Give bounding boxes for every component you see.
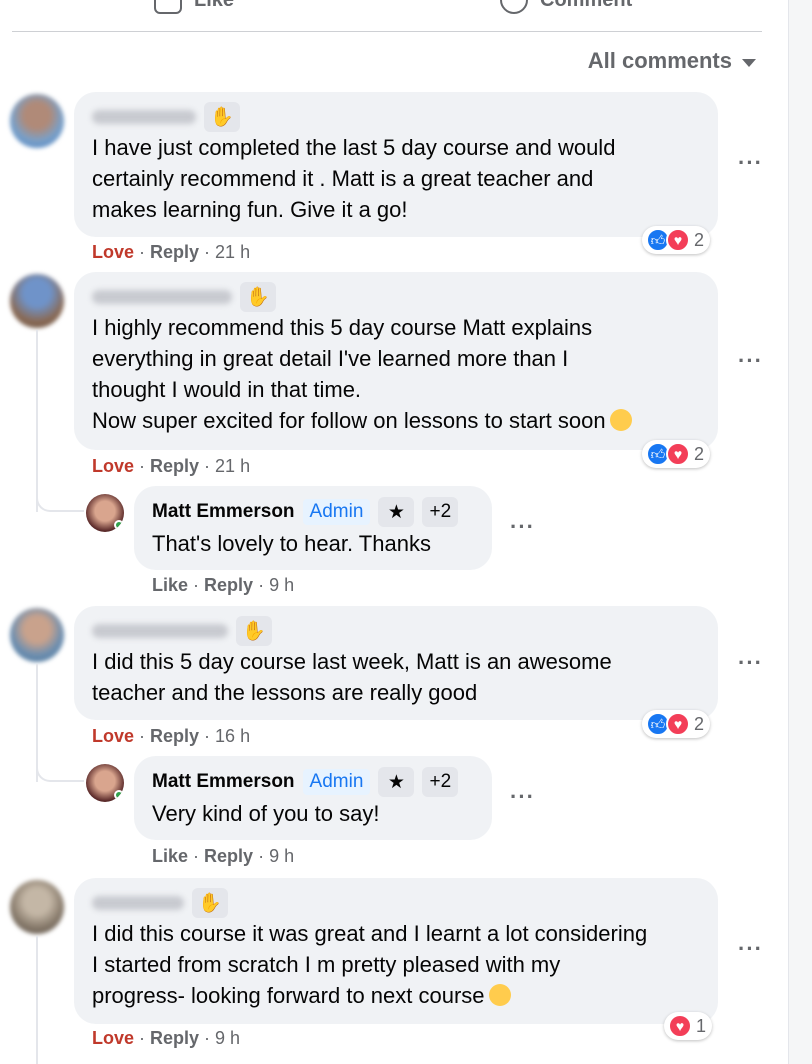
reaction-summary[interactable]: ♥ 1 bbox=[664, 1012, 713, 1040]
comment-bubble-icon bbox=[500, 0, 528, 14]
online-status-indicator bbox=[114, 520, 124, 530]
top-fan-star-icon: ★ bbox=[378, 767, 415, 797]
love-button[interactable]: Love bbox=[92, 242, 134, 262]
wave-hand-icon: ✋ bbox=[236, 616, 272, 646]
reply-bubble: Matt Emmerson Admin ★ +2 Very kind of yo… bbox=[134, 756, 492, 840]
author-name-redacted[interactable] bbox=[92, 624, 228, 638]
thread-connector bbox=[36, 480, 84, 512]
avatar[interactable] bbox=[10, 94, 64, 148]
scrollbar[interactable] bbox=[788, 0, 812, 1064]
reply-author-name[interactable]: Matt Emmerson bbox=[152, 771, 295, 793]
reply-actions: Like · Reply · 9 h bbox=[152, 846, 295, 866]
admin-avatar[interactable] bbox=[86, 494, 124, 532]
avatar[interactable] bbox=[10, 608, 64, 662]
love-button[interactable]: Love bbox=[92, 726, 134, 746]
like-button[interactable]: Like bbox=[152, 846, 188, 866]
reply-button[interactable]: Reply bbox=[150, 456, 199, 476]
reaction-count: 2 bbox=[694, 713, 705, 734]
love-reaction-icon: ♥ bbox=[666, 442, 690, 466]
comment-actions: Love · Reply · 16 h bbox=[92, 726, 251, 746]
like-post-button[interactable]: Like bbox=[154, 0, 234, 14]
wave-hand-icon: ✋ bbox=[240, 282, 276, 312]
author-name-redacted[interactable] bbox=[92, 290, 232, 304]
admin-avatar[interactable] bbox=[86, 764, 124, 802]
reaction-count: 2 bbox=[694, 443, 705, 464]
caret-down-icon bbox=[742, 59, 756, 67]
reaction-count: 1 bbox=[696, 1015, 707, 1036]
like-button[interactable]: Like bbox=[152, 575, 188, 595]
reaction-count: 2 bbox=[694, 229, 705, 250]
avatar[interactable] bbox=[10, 274, 64, 328]
timestamp[interactable]: 9 h bbox=[269, 575, 294, 595]
more-options-icon[interactable]: ··· bbox=[738, 936, 763, 962]
timestamp[interactable]: 9 h bbox=[215, 1028, 240, 1048]
comment-text: I highly recommend this 5 day course Mat… bbox=[92, 315, 606, 433]
more-options-icon[interactable]: ··· bbox=[738, 348, 763, 374]
thread-connector bbox=[36, 750, 84, 782]
timestamp[interactable]: 21 h bbox=[215, 242, 250, 262]
online-status-indicator bbox=[114, 790, 124, 800]
admin-badge: Admin bbox=[302, 499, 371, 525]
thread-line bbox=[36, 936, 38, 1064]
timestamp[interactable]: 16 h bbox=[215, 726, 250, 746]
grin-emoji-icon bbox=[488, 984, 511, 1007]
sort-label: All comments bbox=[587, 48, 732, 73]
reply-actions: Like · Reply · 9 h bbox=[152, 575, 295, 595]
avatar[interactable] bbox=[10, 880, 64, 934]
comment-text: I did this course it was great and I lea… bbox=[92, 921, 648, 1008]
comment-post-button[interactable]: Comment bbox=[500, 0, 632, 14]
love-reaction-icon: ♥ bbox=[666, 712, 690, 736]
reply-author-name[interactable]: Matt Emmerson bbox=[152, 501, 295, 523]
comment-text: I have just completed the last 5 day cou… bbox=[92, 135, 616, 222]
reaction-summary[interactable]: 👍︎ ♥ 2 bbox=[642, 710, 711, 738]
admin-badge: Admin bbox=[302, 769, 371, 795]
comment-bubble: ✋ I did this course it was great and I l… bbox=[74, 878, 718, 1024]
extra-badges-count[interactable]: +2 bbox=[422, 767, 459, 797]
love-button[interactable]: Love bbox=[92, 1028, 134, 1048]
smile-emoji-icon bbox=[609, 409, 632, 432]
reply-button[interactable]: Reply bbox=[150, 242, 199, 262]
comment-sort-dropdown[interactable]: All comments bbox=[588, 48, 756, 74]
more-options-icon[interactable]: ··· bbox=[738, 650, 763, 676]
more-options-icon[interactable]: ··· bbox=[510, 514, 535, 540]
comment-actions: Love · Reply · 21 h bbox=[92, 242, 251, 262]
reply-bubble: Matt Emmerson Admin ★ +2 That's lovely t… bbox=[134, 486, 492, 570]
wave-hand-icon: ✋ bbox=[204, 102, 240, 132]
reply-text: That's lovely to hear. Thanks bbox=[152, 531, 431, 556]
comment-post-label: Comment bbox=[540, 0, 632, 12]
wave-hand-icon: ✋ bbox=[192, 888, 228, 918]
like-post-label: Like bbox=[194, 0, 234, 12]
reply-button[interactable]: Reply bbox=[150, 1028, 199, 1048]
more-options-icon[interactable]: ··· bbox=[738, 150, 763, 176]
comment-bubble: ✋ I did this 5 day course last week, Mat… bbox=[74, 606, 718, 720]
comment-bubble: ✋ I highly recommend this 5 day course M… bbox=[74, 272, 718, 450]
top-fan-star-icon: ★ bbox=[378, 497, 415, 527]
reaction-summary[interactable]: 👍︎ ♥ 2 bbox=[642, 440, 711, 468]
reply-text: Very kind of you to say! bbox=[152, 801, 380, 826]
more-options-icon[interactable]: ··· bbox=[510, 784, 535, 810]
reply-button[interactable]: Reply bbox=[204, 575, 253, 595]
author-name-redacted[interactable] bbox=[92, 896, 184, 910]
love-reaction-icon: ♥ bbox=[666, 228, 690, 252]
love-button[interactable]: Love bbox=[92, 456, 134, 476]
author-name-redacted[interactable] bbox=[92, 110, 196, 124]
thumbs-up-icon bbox=[154, 0, 182, 14]
comment-bubble: ✋ I have just completed the last 5 day c… bbox=[74, 92, 718, 237]
post-action-bar: Like Comment bbox=[12, 0, 762, 32]
reply-button[interactable]: Reply bbox=[150, 726, 199, 746]
timestamp[interactable]: 9 h bbox=[269, 846, 294, 866]
timestamp[interactable]: 21 h bbox=[215, 456, 250, 476]
reply-button[interactable]: Reply bbox=[204, 846, 253, 866]
love-reaction-icon: ♥ bbox=[668, 1014, 692, 1038]
reaction-summary[interactable]: 👍︎ ♥ 2 bbox=[642, 226, 711, 254]
comment-actions: Love · Reply · 21 h bbox=[92, 456, 251, 476]
extra-badges-count[interactable]: +2 bbox=[422, 497, 459, 527]
comment-text: I did this 5 day course last week, Matt … bbox=[92, 649, 612, 705]
comment-actions: Love · Reply · 9 h bbox=[92, 1028, 241, 1048]
